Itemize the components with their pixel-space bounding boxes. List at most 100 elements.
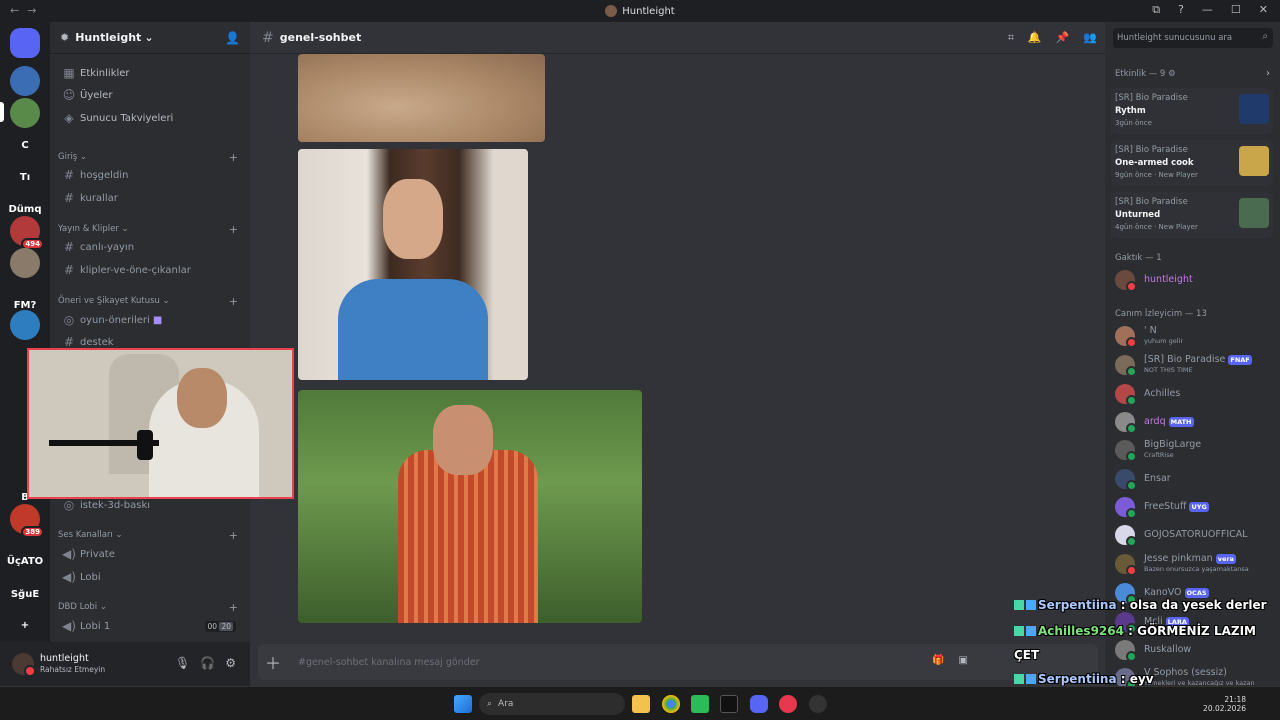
server-icon-9[interactable] bbox=[10, 310, 40, 340]
server-list: C Tı Dümq 494 FM? B 389 ÜçATO SğuE + bbox=[0, 22, 50, 642]
game-thumbnail bbox=[1239, 198, 1269, 228]
category-oneri[interactable]: Öneri ve Şikayet Kutusu ⌄ + bbox=[58, 294, 242, 308]
taskbar-search[interactable]: ⌕ Ara bbox=[479, 693, 625, 715]
hash-icon: # bbox=[63, 191, 75, 205]
member-tag: OCAS bbox=[1184, 588, 1209, 598]
voice-channel-lobi[interactable]: ◀) Lobi bbox=[58, 567, 242, 587]
message-input[interactable]: #genel-sohbet kanalına mesaj gönder bbox=[298, 657, 479, 668]
category-dbd[interactable]: DBD Lobi ⌄ + bbox=[58, 600, 242, 614]
activity-title: Etkinlik — 9 bbox=[1115, 69, 1166, 79]
channel-label: Lobi 1 bbox=[80, 620, 111, 632]
close-button[interactable]: ✕ bbox=[1259, 3, 1268, 17]
member-row[interactable]: huntleight bbox=[1115, 266, 1275, 294]
server-header[interactable]: ✹ Huntleight ⌄ 👤 bbox=[50, 22, 250, 54]
add-channel-icon[interactable]: + bbox=[229, 151, 238, 164]
photo-face bbox=[433, 405, 493, 475]
member-row[interactable]: [SR] Bio Paradise FNAF NOT THIS TIME bbox=[1115, 351, 1275, 379]
member-activity: CraftRise bbox=[1144, 451, 1174, 459]
server-icon-2[interactable] bbox=[10, 98, 40, 128]
add-attachment-icon[interactable]: ＋ bbox=[258, 650, 288, 674]
activity-card[interactable]: [SR] Bio Paradise Unturned 4gün önce · New… bbox=[1111, 192, 1273, 238]
member-row[interactable]: Ruskallow bbox=[1115, 636, 1275, 664]
media-player-icon[interactable] bbox=[779, 695, 797, 713]
avatar[interactable] bbox=[12, 653, 36, 677]
minimize-button[interactable]: — bbox=[1202, 3, 1213, 17]
sidebar-item-events[interactable]: ▦ Etkinlikler bbox=[58, 63, 242, 83]
member-row[interactable]: Achilles bbox=[1115, 380, 1275, 408]
server-icon-3[interactable]: C bbox=[10, 130, 40, 160]
activity-game: Unturned bbox=[1115, 210, 1161, 220]
hash-icon: # bbox=[63, 335, 75, 349]
invite-icon[interactable]: 👤 bbox=[225, 31, 240, 45]
system-clock[interactable]: 21:18 20.02.2026 bbox=[1203, 695, 1246, 713]
inbox-icon[interactable]: ⧉ bbox=[1152, 3, 1160, 17]
add-channel-icon[interactable]: + bbox=[229, 223, 238, 236]
microphone-icon[interactable]: 🎙 bbox=[175, 656, 190, 670]
activity-header[interactable]: Etkinlik — 9 ⚙ bbox=[1115, 69, 1176, 79]
server-icon-4[interactable]: Tı bbox=[10, 162, 40, 192]
help-icon[interactable]: ? bbox=[1178, 3, 1184, 17]
activity-card[interactable]: [SR] Bio Paradise One-armed cook 9gün önce… bbox=[1111, 140, 1273, 186]
pin-icon[interactable]: 📌 bbox=[1056, 31, 1070, 45]
channel-hosgeldin[interactable]: # hoşgeldin bbox=[58, 165, 242, 185]
category-giris[interactable]: Giriş ⌄ + bbox=[58, 150, 242, 164]
green-app-icon[interactable] bbox=[691, 695, 709, 713]
image-attachment[interactable] bbox=[298, 54, 545, 142]
server-icon-7[interactable] bbox=[10, 248, 40, 278]
bell-icon[interactable]: 🔔 bbox=[1028, 31, 1042, 45]
server-icon-13[interactable]: SğuE bbox=[10, 579, 40, 609]
gif-icon[interactable]: ▣ bbox=[959, 655, 968, 666]
gear-icon[interactable]: ⚙ bbox=[225, 656, 236, 670]
chrome-icon[interactable] bbox=[662, 695, 680, 713]
category-yayin[interactable]: Yayın & Klipler ⌄ + bbox=[58, 222, 242, 236]
obs-icon[interactable] bbox=[809, 695, 827, 713]
discord-taskbar-icon[interactable] bbox=[750, 695, 768, 713]
threads-icon[interactable]: ⌗ bbox=[1008, 31, 1014, 45]
gift-icon[interactable]: 🎁 bbox=[932, 655, 944, 666]
maximize-button[interactable]: ☐ bbox=[1231, 3, 1241, 17]
file-explorer-icon[interactable] bbox=[632, 695, 650, 713]
voice-channel-lobi1[interactable]: ◀) Lobi 1 00 20 bbox=[58, 616, 242, 636]
add-channel-icon[interactable]: + bbox=[229, 529, 238, 542]
discord-icon[interactable] bbox=[10, 28, 40, 58]
sidebar-item-members[interactable]: ☺ Üyeler bbox=[58, 85, 242, 105]
category-ses[interactable]: Ses Kanalları ⌄ + bbox=[58, 528, 242, 542]
member-row[interactable]: ardq MATH bbox=[1115, 408, 1275, 436]
image-attachment[interactable] bbox=[298, 390, 642, 623]
sidebar-item-boosts[interactable]: ◈ Sunucu Takviyeleri bbox=[58, 108, 242, 128]
member-row[interactable]: GOJOSATORUOFFICAL bbox=[1115, 521, 1275, 549]
voice-channel-private[interactable]: ◀) Private bbox=[58, 544, 242, 564]
channel-kurallar[interactable]: # kurallar bbox=[58, 188, 242, 208]
chevron-right-icon[interactable]: › bbox=[1266, 68, 1270, 79]
channel-oyun-onerileri[interactable]: ◎ oyun-önerileri ■ bbox=[58, 310, 242, 330]
server-icon-12[interactable]: ÜçATO bbox=[7, 546, 43, 576]
server-icon-14[interactable]: + bbox=[10, 610, 40, 640]
search-input[interactable]: Huntleight sunucusunu ara ⌕ bbox=[1113, 28, 1273, 48]
add-channel-icon[interactable]: + bbox=[229, 295, 238, 308]
image-attachment[interactable] bbox=[298, 149, 528, 380]
channel-label: istek-3d-baskı bbox=[80, 499, 151, 511]
server-icon-1[interactable] bbox=[10, 66, 40, 96]
avatar bbox=[1115, 469, 1137, 491]
channel-klipler[interactable]: # klipler-ve-öne-çıkanlar bbox=[58, 260, 242, 280]
tradingview-icon[interactable] bbox=[720, 695, 738, 713]
activity-card[interactable]: [SR] Bio Paradise Rythm 3gün önce bbox=[1111, 88, 1273, 134]
member-name: BigBigLarge bbox=[1144, 440, 1201, 450]
members-list-icon[interactable]: 👥 bbox=[1083, 31, 1097, 45]
server-icon-label: Tı bbox=[19, 171, 31, 183]
member-row[interactable]: ' Nyuhum gelir bbox=[1115, 322, 1275, 350]
forum-icon: ◎ bbox=[63, 498, 75, 512]
member-row[interactable]: Jesse pinkman vera Bazen onursuzca yaşamak… bbox=[1115, 550, 1275, 578]
message-composer[interactable]: ＋ #genel-sohbet kanalına mesaj gönder 🎁 … bbox=[258, 644, 1098, 680]
add-channel-icon[interactable]: + bbox=[229, 601, 238, 614]
nav-arrows[interactable]: ←→ bbox=[10, 4, 44, 17]
server-icon-11[interactable]: 389 bbox=[10, 504, 44, 538]
channel-canli-yayin[interactable]: # canlı-yayın bbox=[58, 237, 242, 257]
headphones-icon[interactable]: 🎧 bbox=[200, 656, 215, 670]
member-row[interactable]: BigBigLarge CraftRise bbox=[1115, 436, 1275, 464]
member-row[interactable]: Ensar bbox=[1115, 465, 1275, 493]
server-icon-6[interactable]: 494 bbox=[10, 216, 44, 250]
member-name: FreeStuff UYG bbox=[1144, 502, 1209, 512]
windows-start-icon[interactable] bbox=[454, 695, 472, 713]
member-row[interactable]: FreeStuff UYG bbox=[1115, 493, 1275, 521]
